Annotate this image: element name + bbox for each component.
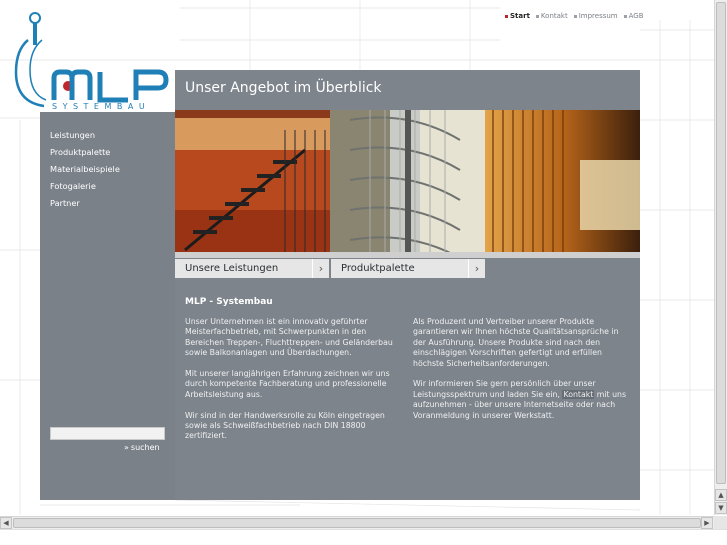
content-title: MLP - Systembau (185, 297, 273, 307)
sidebar: Leistungen Produktpalette Materialbeispi… (40, 112, 175, 500)
content-right-column: Als Produzent und Vertreiber unserer Pro… (413, 317, 631, 431)
double-chevron-right-icon: » (124, 443, 129, 452)
bullet-icon (505, 14, 508, 18)
page-title: Unser Angebot im Überblick (185, 80, 382, 96)
paragraph: Unser Unternehmen ist ein innovativ gefü… (185, 317, 393, 358)
bullet-icon (573, 14, 577, 18)
topnav-agb[interactable]: AGB (623, 12, 644, 20)
bullet-icon (535, 14, 539, 18)
sidebar-item-leistungen[interactable]: Leistungen (50, 129, 120, 146)
paragraph: Mit unserer langjährigen Erfahrung zeich… (185, 369, 390, 399)
photo-staircase-orange (175, 110, 330, 258)
scroll-up-icon[interactable]: ▲ (715, 489, 727, 501)
paragraph: Wir sind in der Handwerksrolle zu Köln e… (185, 410, 385, 441)
top-navigation: Start Kontakt Impressum AGB (505, 12, 644, 20)
main-panel: Unser Angebot im Überblick Unsere Leistu… (175, 70, 640, 500)
topnav-kontakt[interactable]: Kontakt (535, 12, 568, 20)
scrollbar-corner (714, 516, 727, 529)
topnav-impressum[interactable]: Impressum (573, 12, 618, 20)
topnav-start[interactable]: Start (505, 12, 530, 20)
photo-spiral-staircase (330, 110, 485, 258)
logo-subtitle: SYSTEMBAU (52, 102, 150, 110)
sidebar-item-fotogalerie[interactable]: Fotogalerie (50, 180, 120, 197)
photo-strip (175, 110, 640, 258)
scroll-down-icon[interactable]: ▼ (715, 502, 727, 514)
paragraph: Wir informieren Sie gern persönlich über… (413, 379, 627, 420)
bullet-icon (623, 14, 627, 18)
content-left-column: Unser Unternehmen ist ein innovativ gefü… (185, 317, 403, 452)
sidebar-menu: Leistungen Produktpalette Materialbeispi… (50, 129, 120, 214)
vertical-scrollbar[interactable]: ▲ ▼ (714, 0, 727, 515)
horizontal-scrollbar[interactable]: ◀ ▶ (0, 516, 714, 529)
paragraph: Als Produzent und Vertreiber unserer Pro… (413, 317, 619, 368)
horizontal-scroll-thumb[interactable] (13, 518, 701, 528)
search-input[interactable] (50, 427, 165, 440)
chevron-right-icon: › (312, 259, 329, 278)
scroll-right-icon[interactable]: ▶ (701, 517, 713, 529)
scroll-left-icon[interactable]: ◀ (0, 517, 12, 529)
vertical-scroll-thumb[interactable] (716, 2, 726, 484)
tab-unsere-leistungen[interactable]: Unsere Leistungen › (175, 259, 329, 278)
search-button[interactable]: » suchen (124, 443, 160, 452)
tab-produktpalette[interactable]: Produktpalette › (331, 259, 485, 278)
status-bar (0, 529, 727, 545)
mlp-systembau-logo[interactable]: SYSTEMBAU (10, 10, 170, 110)
sidebar-item-materialbeispiele[interactable]: Materialbeispiele (50, 163, 120, 180)
sidebar-item-produktpalette[interactable]: Produktpalette (50, 146, 120, 163)
sidebar-item-partner[interactable]: Partner (50, 197, 120, 214)
kontakt-link[interactable]: Kontakt (562, 389, 595, 399)
photo-wooden-slats (485, 110, 640, 258)
chevron-right-icon: › (468, 259, 485, 278)
